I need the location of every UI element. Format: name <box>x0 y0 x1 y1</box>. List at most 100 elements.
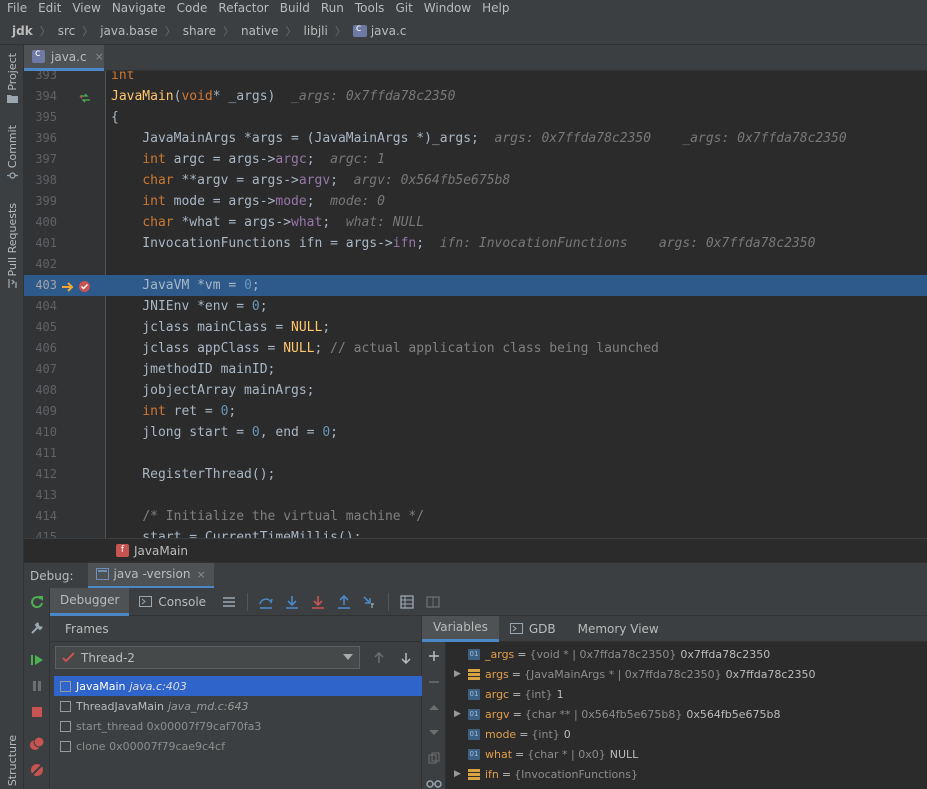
code-editor[interactable]: 393 int 394 JavaMain(void* _args) _args: 0x… <box>24 71 927 538</box>
duplicate-watch-icon[interactable] <box>428 752 440 764</box>
menu-item-file[interactable]: File <box>0 0 32 17</box>
menu-item-run[interactable]: Run <box>315 0 349 17</box>
code-line[interactable]: 399 int mode = args->mode; mode: 0 <box>24 191 927 212</box>
pull-requests-tool-tab[interactable]: Pull Requests <box>0 203 24 289</box>
tab-memory-view[interactable]: Memory View <box>567 616 670 642</box>
variable-row[interactable]: ▶ args = {JavaMainArgs * | 0x7ffda78c2350} 0… <box>454 664 815 684</box>
stack-frame[interactable]: JavaMain java.c:403 <box>54 676 422 696</box>
stack-frame[interactable]: clone 0x00007f79cae9c4cf <box>54 736 422 756</box>
variable-row[interactable]: 01 _args = {void * | 0x7ffda78c2350} 0x7ffda… <box>454 644 770 664</box>
breakpoint-icon[interactable] <box>78 280 91 293</box>
breadcrumb-item-src[interactable]: src <box>58 24 76 38</box>
step-out-icon[interactable] <box>337 594 351 609</box>
tab-java-c[interactable]: java.c × <box>24 45 104 71</box>
menu-item-refactor[interactable]: Refactor <box>212 0 273 17</box>
next-frame-arrow-icon[interactable] <box>400 652 412 664</box>
code-line[interactable]: 397 int argc = args->argc; argc: 1 <box>24 149 927 170</box>
code-line[interactable]: 412 RegisterThread(); <box>24 464 927 485</box>
stop-icon[interactable] <box>29 704 45 720</box>
code-line[interactable]: 411 <box>24 443 927 464</box>
menu-item-view[interactable]: View <box>66 0 105 17</box>
mute-breakpoints-icon[interactable] <box>29 762 45 778</box>
structure-tool-tab[interactable]: Structure <box>0 735 24 786</box>
code-line[interactable]: 398 char **argv = args->argv; argv: 0x56… <box>24 170 927 191</box>
code-line[interactable]: 415 start = CurrentTimeMillis(); <box>24 527 927 538</box>
current-execution-line[interactable]: 403 JavaVM *vm = 0; <box>24 275 927 296</box>
code-line[interactable]: 410 jlong start = 0, end = 0; <box>24 422 927 443</box>
expand-arrow-icon[interactable]: ▶ <box>454 709 468 719</box>
evaluate-expression-icon[interactable] <box>400 594 414 609</box>
code-line[interactable]: 406 jclass appClass = NULL; // actual ap… <box>24 338 927 359</box>
previous-frame-arrow-icon[interactable] <box>373 652 385 664</box>
pause-icon[interactable] <box>29 678 45 694</box>
variable-row[interactable]: 01 mode = {int} 0 <box>454 724 571 744</box>
menu-item-edit[interactable]: Edit <box>32 0 66 17</box>
code-line[interactable]: 400 char *what = args->what; what: NULL <box>24 212 927 233</box>
move-up-icon[interactable] <box>428 702 440 714</box>
run-to-cursor-icon[interactable] <box>363 595 377 609</box>
breadcrumb-item-java-base[interactable]: java.base <box>100 24 158 38</box>
commit-tool-tab[interactable]: Commit <box>0 125 24 180</box>
force-step-into-icon[interactable] <box>311 595 325 609</box>
menu-item-code[interactable]: Code <box>171 0 213 17</box>
tab-debugger[interactable]: Debugger <box>50 587 130 616</box>
code-line[interactable]: 404 JNIEnv *env = 0; <box>24 296 927 317</box>
step-over-icon[interactable] <box>259 595 273 609</box>
line-number: 402 <box>35 257 57 271</box>
primitive-value-icon: 01 <box>468 728 480 740</box>
show-execution-point-icon[interactable] <box>222 595 236 609</box>
remove-watch-icon[interactable] <box>428 676 440 688</box>
code-line[interactable]: 408 jobjectArray mainArgs; <box>24 380 927 401</box>
layout-icon[interactable] <box>426 595 440 609</box>
breadcrumb-item-share[interactable]: share <box>183 24 216 38</box>
rerun-icon[interactable] <box>29 594 45 610</box>
breadcrumb-item-jdk[interactable]: jdk <box>12 24 33 38</box>
view-breakpoints-icon[interactable] <box>29 736 45 752</box>
breadcrumb-item-java-c[interactable]: java.c <box>352 23 406 38</box>
tab-console[interactable]: Console <box>129 588 216 616</box>
expand-arrow-icon[interactable]: ▶ <box>454 769 468 779</box>
add-watch-icon[interactable] <box>428 650 440 662</box>
debug-label: Debug: <box>30 568 74 583</box>
step-into-icon[interactable] <box>285 595 299 609</box>
breadcrumb-item-libjli[interactable]: libjli <box>304 24 328 38</box>
menu-item-git[interactable]: Git <box>389 0 417 17</box>
code-line[interactable]: 395 { <box>24 107 927 128</box>
variable-row[interactable]: ▶ ifn = {InvocationFunctions} <box>454 764 642 784</box>
code-line[interactable]: 393 int <box>24 71 927 86</box>
code-line[interactable]: 413 <box>24 485 927 506</box>
variable-row[interactable]: ▶ 01 argv = {char ** | 0x564fb5e675b8} 0x564f… <box>454 704 780 724</box>
menu-item-window[interactable]: Window <box>418 0 476 17</box>
watches-glasses-icon[interactable] <box>426 778 442 789</box>
resume-icon[interactable] <box>29 652 45 668</box>
variable-row[interactable]: 01 argc = {int} 1 <box>454 684 564 704</box>
tab-variables[interactable]: Variables <box>422 615 499 642</box>
menu-item-help[interactable]: Help <box>476 0 514 17</box>
tab-gdb[interactable]: GDB <box>499 616 567 642</box>
project-tool-tab[interactable]: Project <box>0 53 24 103</box>
stack-frame[interactable]: start_thread 0x00007f79caf70fa3 <box>54 716 422 736</box>
variable-row[interactable]: 01 what = {char * | 0x0} NULL <box>454 744 638 764</box>
expand-arrow-icon[interactable]: ▶ <box>454 669 468 679</box>
menu-item-tools[interactable]: Tools <box>349 0 390 17</box>
stack-frame[interactable]: ThreadJavaMain java_md.c:643 <box>54 696 422 716</box>
debug-session-tab[interactable]: java -version × <box>87 562 214 589</box>
debug-session-close-icon[interactable]: × <box>196 568 205 581</box>
code-line[interactable]: 402 <box>24 254 927 275</box>
settings-wrench-icon[interactable] <box>29 620 45 636</box>
breadcrumb-item-native[interactable]: native <box>241 24 278 38</box>
editor-context-breadcrumb[interactable]: f JavaMain <box>24 538 927 562</box>
menu-item-build[interactable]: Build <box>274 0 315 17</box>
thread-selector[interactable]: Thread-2 <box>55 646 360 669</box>
code-line[interactable]: 409 int ret = 0; <box>24 401 927 422</box>
code-line[interactable]: 414 /* Initialize the virtual machine */ <box>24 506 927 527</box>
code-line[interactable]: 401 InvocationFunctions ifn = args->ifn;… <box>24 233 927 254</box>
code-line[interactable]: 407 jmethodID mainID; <box>24 359 927 380</box>
code-line[interactable]: 394 JavaMain(void* _args) _args: 0x7ffda7… <box>24 86 927 107</box>
menu-item-navigate[interactable]: Navigate <box>106 0 171 17</box>
code-line[interactable]: 396 JavaMainArgs *args = (JavaMainArgs *… <box>24 128 927 149</box>
line-number: 403 <box>35 278 57 292</box>
code-line[interactable]: 405 jclass mainClass = NULL; <box>24 317 927 338</box>
tab-close-icon[interactable]: × <box>95 50 104 63</box>
move-down-icon[interactable] <box>428 726 440 738</box>
